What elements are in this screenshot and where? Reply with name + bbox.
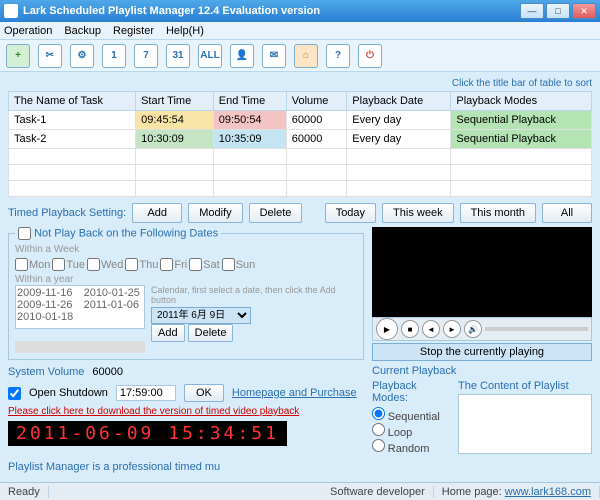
delete-button[interactable]: Delete	[249, 203, 303, 223]
stop-current-button[interactable]: Stop the currently playing	[372, 343, 592, 361]
mute-button[interactable]: 🔊	[464, 320, 482, 338]
notplay-checkbox[interactable]	[18, 227, 31, 240]
status-ready: Ready	[0, 486, 49, 498]
play-button[interactable]: ▶	[376, 318, 398, 340]
table-row[interactable]: Task-2 10:30:09 10:35:09 60000 Every day…	[9, 130, 592, 149]
next-button[interactable]: ►	[443, 320, 461, 338]
col-vol[interactable]: Volume	[286, 92, 347, 111]
media-controls: ▶ ■ ◄ ► 🔊	[372, 317, 592, 341]
calendar-select[interactable]: 2011年 6月 9日	[151, 307, 251, 324]
settings-icon[interactable]: ⚙	[70, 44, 94, 68]
cal-add-button[interactable]: Add	[151, 324, 185, 342]
pbmodes-label: Playback Modes:	[372, 380, 452, 404]
add-button[interactable]: Add	[132, 203, 182, 223]
date-list[interactable]: 2009-11-16 2010-01-25 2009-11-26 2011-01…	[15, 285, 145, 329]
volume-slider[interactable]	[485, 327, 588, 331]
tue-checkbox[interactable]	[52, 258, 65, 271]
col-end[interactable]: End Time	[213, 92, 286, 111]
app-icon	[4, 4, 18, 18]
download-link[interactable]: Please click here to download the versio…	[8, 406, 364, 417]
modify-button[interactable]: Modify	[188, 203, 242, 223]
withinweek-label: Within a Week	[15, 244, 357, 255]
day31-icon[interactable]: 31	[166, 44, 190, 68]
homepage-link[interactable]: Homepage and Purchase	[232, 387, 357, 399]
sun-checkbox[interactable]	[222, 258, 235, 271]
power-icon[interactable]: ⏻	[358, 44, 382, 68]
col-pdate[interactable]: Playback Date	[347, 92, 451, 111]
day7-icon[interactable]: 7	[134, 44, 158, 68]
user-icon[interactable]: 👤	[230, 44, 254, 68]
sysvol-value: 60000	[92, 366, 123, 378]
mail-icon[interactable]: ✉	[262, 44, 286, 68]
loop-radio[interactable]	[372, 423, 385, 436]
maximize-button[interactable]: □	[546, 3, 570, 19]
date-scrollbar[interactable]	[15, 341, 145, 353]
menu-register[interactable]: Register	[113, 25, 154, 37]
marquee-text: Playlist Manager is a professional timed…	[8, 461, 592, 473]
prev-button[interactable]: ◄	[422, 320, 440, 338]
openshutdown-checkbox[interactable]	[8, 387, 21, 400]
thu-checkbox[interactable]	[125, 258, 138, 271]
tps-label: Timed Playback Setting:	[8, 207, 126, 219]
titlebar: Lark Scheduled Playlist Manager 12.4 Eva…	[0, 0, 600, 22]
curpb-label: Current Playback	[372, 365, 456, 377]
seq-radio[interactable]	[372, 407, 385, 420]
digital-clock: 2011-06-09 15:34:51	[8, 421, 287, 446]
random-radio[interactable]	[372, 439, 385, 452]
ok-button[interactable]: OK	[184, 384, 224, 402]
cal-delete-button[interactable]: Delete	[188, 324, 234, 342]
col-start[interactable]: Start Time	[136, 92, 214, 111]
toolbar: + ✂ ⚙ 1 7 31 ALL 👤 ✉ ⌂ ? ⏻	[0, 40, 600, 72]
plcontent-label: The Content of Playlist	[458, 380, 592, 392]
month-button[interactable]: This month	[460, 203, 536, 223]
video-preview	[372, 227, 592, 317]
status-dev: Software developer	[322, 486, 434, 498]
help-icon[interactable]: ?	[326, 44, 350, 68]
col-name[interactable]: The Name of Task	[9, 92, 136, 111]
status-url[interactable]: www.lark168.com	[505, 486, 591, 498]
close-button[interactable]: ✕	[572, 3, 596, 19]
day1-icon[interactable]: 1	[102, 44, 126, 68]
today-button[interactable]: Today	[325, 203, 376, 223]
task-table: The Name of Task Start Time End Time Vol…	[8, 91, 592, 197]
add-icon[interactable]: +	[6, 44, 30, 68]
menubar: Operation Backup Register Help(H)	[0, 22, 600, 40]
table-row[interactable]: Task-1 09:45:54 09:50:54 60000 Every day…	[9, 111, 592, 130]
week-button[interactable]: This week	[382, 203, 454, 223]
shutdown-time-input[interactable]	[116, 385, 176, 401]
fri-checkbox[interactable]	[160, 258, 173, 271]
minimize-button[interactable]: —	[520, 3, 544, 19]
stop-media-button[interactable]: ■	[401, 320, 419, 338]
home-icon[interactable]: ⌂	[294, 44, 318, 68]
menu-help[interactable]: Help(H)	[166, 25, 204, 37]
sysvol-label: System Volume	[8, 366, 84, 378]
all-icon[interactable]: ALL	[198, 44, 222, 68]
sort-hint: Click the title bar of table to sort	[8, 78, 592, 89]
all-button[interactable]: All	[542, 203, 592, 223]
cut-icon[interactable]: ✂	[38, 44, 62, 68]
calendar-note: Calendar, first select a date, then clic…	[151, 285, 357, 305]
wed-checkbox[interactable]	[87, 258, 100, 271]
sat-checkbox[interactable]	[189, 258, 202, 271]
col-pmode[interactable]: Playback Modes	[451, 92, 592, 111]
statusbar: Ready Software developer Home page: www.…	[0, 482, 600, 500]
menu-operation[interactable]: Operation	[4, 25, 52, 37]
withinyear-label: Within a year	[15, 274, 357, 285]
window-title: Lark Scheduled Playlist Manager 12.4 Eva…	[23, 5, 520, 17]
notplay-fieldset: Not Play Back on the Following Dates Wit…	[8, 227, 364, 360]
playlist-content[interactable]	[458, 394, 592, 454]
menu-backup[interactable]: Backup	[64, 25, 101, 37]
mon-checkbox[interactable]	[15, 258, 28, 271]
